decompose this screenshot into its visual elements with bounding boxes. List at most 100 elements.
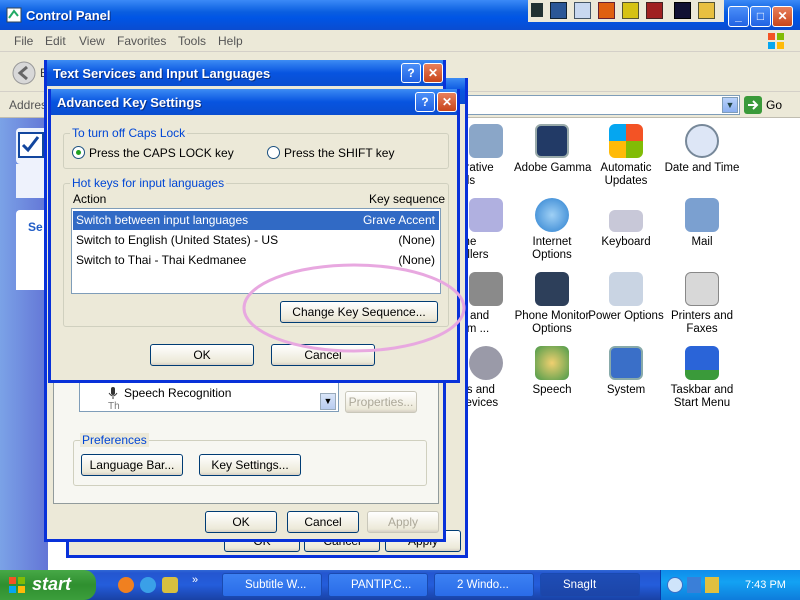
shift-option-label[interactable]: Press the SHIFT key <box>284 146 394 160</box>
advanced-key-title: Advanced Key Settings <box>57 95 202 110</box>
properties-button[interactable]: Properties... <box>345 391 417 413</box>
text-services-ok-button[interactable]: OK <box>205 511 277 533</box>
go-arrow-icon[interactable] <box>744 96 762 114</box>
taskbar-start-icon <box>685 346 719 380</box>
app-icon[interactable] <box>531 3 543 17</box>
close-button[interactable]: ✕ <box>772 6 793 27</box>
cp-item-adobe-gamma[interactable]: Adobe Gamma <box>514 124 591 175</box>
app-icon-yellow[interactable] <box>698 2 715 19</box>
windows-logo-icon <box>768 33 784 49</box>
control-panel-icon <box>6 7 22 23</box>
installed-services-list[interactable]: Speech Recognition Th ▼ <box>79 380 339 412</box>
close-button[interactable]: ✕ <box>423 63 443 83</box>
cp-item-printers-faxes[interactable]: Printers and Faxes <box>664 272 740 336</box>
expand-quick-launch-icon[interactable]: » <box>192 574 198 586</box>
highlight-ellipse-annotation <box>242 263 466 353</box>
see-also-label: Se <box>28 220 43 234</box>
cp-item-internet-options[interactable]: Internet Options <box>514 198 590 262</box>
cp-item-keyboard[interactable]: Keyboard <box>588 198 664 249</box>
shift-radio[interactable] <box>267 146 280 159</box>
cp-item-mail[interactable]: Mail <box>664 198 740 249</box>
help-button[interactable]: ? <box>415 92 435 112</box>
cp-item-phone-monitor[interactable]: Phone Monitor Options <box>514 272 590 336</box>
hot-key-action: Switch to English (United States) - US <box>76 233 279 247</box>
list-scroll-down[interactable]: ▼ <box>320 393 336 410</box>
menu-tools[interactable]: Tools <box>178 34 206 48</box>
microphone-icon <box>108 387 118 399</box>
preferences-label: Preferences <box>80 433 149 447</box>
hot-keys-group-label: Hot keys for input languages <box>70 176 227 190</box>
menu-view[interactable]: View <box>79 34 105 48</box>
address-label: Addres <box>9 98 48 112</box>
task-button-snagit[interactable]: SnagIt <box>540 573 640 597</box>
app-icon-orange[interactable] <box>598 2 615 19</box>
control-panel-titlebar: Control Panel _ □ ✕ <box>0 0 800 30</box>
cp-item-taskbar-start[interactable]: Taskbar and Start Menu <box>664 346 740 410</box>
hot-key-row[interactable]: Switch between input languages Grave Acc… <box>73 211 439 230</box>
control-panel-items: istrative ools Adobe Gamma Automatic Upd… <box>454 118 800 570</box>
minimize-button[interactable]: _ <box>728 6 749 27</box>
key-settings-button[interactable]: Key Settings... <box>199 454 301 476</box>
checklist-icon <box>18 132 44 158</box>
start-button[interactable]: start <box>0 570 96 600</box>
app-icon-red[interactable] <box>646 2 663 19</box>
internet-options-icon <box>535 198 569 232</box>
calendar-icon[interactable] <box>574 2 591 19</box>
cp-item-automatic-updates[interactable]: Automatic Updates <box>588 124 664 188</box>
date-time-icon <box>685 124 719 158</box>
firefox-icon[interactable] <box>118 577 134 593</box>
address-input[interactable] <box>452 95 740 115</box>
internet-explorer-icon[interactable] <box>140 577 156 593</box>
power-options-icon <box>609 272 643 306</box>
menu-help[interactable]: Help <box>218 34 243 48</box>
volume-icon[interactable] <box>705 577 719 593</box>
phone-modem-icon <box>469 272 503 306</box>
task-button-windows-group[interactable]: 2 Windo... <box>434 573 534 597</box>
text-services-cancel-button[interactable]: Cancel <box>287 511 359 533</box>
window-title: Control Panel <box>26 8 111 23</box>
network-icon[interactable] <box>687 577 701 593</box>
cp-item-date-time[interactable]: Date and Time <box>664 124 740 175</box>
go-label[interactable]: Go <box>766 98 782 112</box>
keyboard-icon <box>609 210 643 232</box>
monitor-icon[interactable] <box>674 2 691 19</box>
word-icon[interactable] <box>550 2 567 19</box>
caps-lock-radio[interactable] <box>72 146 85 159</box>
sounds-devices-icon <box>469 346 503 380</box>
menu-favorites[interactable]: Favorites <box>117 34 166 48</box>
action-column-header: Action <box>73 192 107 206</box>
maximize-button[interactable]: □ <box>750 6 771 27</box>
caps-lock-group-label: To turn off Caps Lock <box>70 126 188 140</box>
clock-app-icon[interactable] <box>622 2 639 19</box>
speech-recognition-item[interactable]: Speech Recognition <box>124 386 231 400</box>
task-button-subtitle[interactable]: Subtitle W... <box>222 573 322 597</box>
text-services-titlebar: Text Services and Input Languages ? ✕ <box>47 60 443 86</box>
clock[interactable]: 7:43 PM <box>745 579 786 591</box>
quick-launch-icon[interactable] <box>162 577 178 593</box>
printers-faxes-icon <box>685 272 719 306</box>
windows-flag-icon <box>9 577 25 593</box>
adobe-gamma-icon <box>535 124 569 158</box>
text-services-apply-button[interactable]: Apply <box>367 511 439 533</box>
hot-key-row[interactable]: Switch to English (United States) - US (… <box>73 231 439 250</box>
menu-edit[interactable]: Edit <box>45 34 66 48</box>
language-bar-button[interactable]: Language Bar... <box>81 454 183 476</box>
next-item-fragment: Th <box>108 401 120 412</box>
hot-key-sequence: Grave Accent <box>362 213 435 227</box>
key-sequence-column-header: Key sequence <box>369 192 446 206</box>
hot-key-action: Switch to Thai - Thai Kedmanee <box>76 253 247 267</box>
back-icon[interactable] <box>12 61 36 85</box>
cp-item-system[interactable]: System <box>588 346 664 397</box>
tray-collapse-icon[interactable] <box>667 577 683 593</box>
close-button[interactable]: ✕ <box>437 92 457 112</box>
automatic-updates-icon <box>609 124 643 158</box>
help-button[interactable]: ? <box>401 63 421 83</box>
caps-lock-option-label[interactable]: Press the CAPS LOCK key <box>89 146 234 160</box>
speech-icon <box>535 346 569 380</box>
address-dropdown-button[interactable]: ▼ <box>722 97 738 113</box>
cp-item-speech[interactable]: Speech <box>514 346 590 397</box>
task-button-pantip[interactable]: PANTIP.C... <box>328 573 428 597</box>
menu-bar: File Edit View Favorites Tools Help <box>0 30 800 52</box>
menu-file[interactable]: File <box>14 34 33 48</box>
cp-item-power-options[interactable]: Power Options <box>588 272 664 323</box>
